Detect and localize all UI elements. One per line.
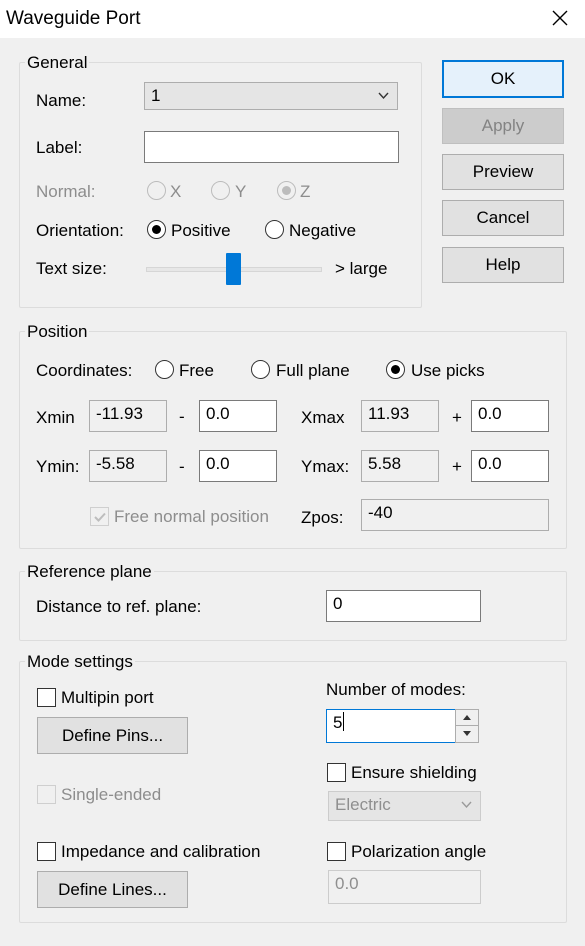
normal-z-label: Z [300,182,311,201]
shielding-value: Electric [335,795,391,814]
text-size-label: Text size: [36,259,107,278]
ymin-offset-input[interactable]: 0.0 [199,450,277,482]
single-ended-checkbox[interactable] [37,785,56,804]
chevron-down-icon [461,801,472,809]
coord-free-radio[interactable] [155,360,174,379]
position-legend: Position [25,322,90,342]
name-label: Name: [36,91,87,110]
mode-settings-legend: Mode settings [25,652,135,672]
ymin-label: Ymin: [36,457,80,476]
reference-plane-legend: Reference plane [25,562,154,582]
polarization-checkbox[interactable] [327,842,346,861]
spin-up-button[interactable] [456,710,478,726]
free-normal-label: Free normal position [114,507,269,526]
coordinates-label: Coordinates: [36,361,133,380]
ymax-value: 5.58 [361,450,439,482]
normal-y-label: Y [235,182,247,201]
name-value: 1 [151,86,161,105]
ymin-minus: - [179,457,185,476]
label-label: Label: [36,138,83,157]
impedance-label: Impedance and calibration [61,842,261,861]
xmax-value: 11.93 [361,400,439,432]
free-normal-checkbox[interactable] [90,507,109,526]
ok-button[interactable]: OK [442,60,564,98]
chevron-down-icon [378,92,389,100]
text-cursor [343,712,345,731]
polarization-label: Polarization angle [351,842,487,861]
coord-full-plane-radio[interactable] [251,360,270,379]
preview-button[interactable]: Preview [442,154,564,190]
ensure-shielding-checkbox[interactable] [327,763,346,782]
checkmark-icon [94,512,106,522]
name-combo[interactable]: 1 [144,82,398,110]
text-size-suffix: > large [335,259,388,278]
ensure-shielding-label: Ensure shielding [351,763,477,782]
num-modes-input[interactable]: 5 [326,709,456,743]
help-button[interactable]: Help [442,247,564,283]
num-modes-spinner[interactable] [455,709,479,743]
polarization-input[interactable]: 0.0 [328,870,481,904]
normal-label: Normal: [36,182,96,201]
ymax-offset-input[interactable]: 0.0 [471,450,549,482]
xmax-label: Xmax [301,408,345,427]
coord-use-picks-label: Use picks [411,361,485,380]
cancel-button[interactable]: Cancel [442,200,564,236]
orientation-positive-radio[interactable] [147,220,166,239]
orientation-negative-label: Negative [289,221,357,240]
caret-down-icon [463,731,471,736]
ymin-value: -5.58 [89,450,167,482]
text-size-slider-thumb[interactable] [226,253,241,285]
normal-x-label: X [170,182,182,201]
normal-y-radio[interactable] [211,181,230,200]
orientation-positive-label: Positive [171,221,231,240]
define-pins-button[interactable]: Define Pins... [37,717,188,754]
num-modes-value: 5 [333,713,343,732]
coord-use-picks-radio[interactable] [386,360,405,379]
xmax-plus: + [452,408,462,427]
title-bar: Waveguide Port [0,0,585,38]
multipin-label: Multipin port [61,688,154,707]
distance-input[interactable]: 0 [326,590,481,622]
xmax-offset-input[interactable]: 0.0 [471,400,549,432]
window-title: Waveguide Port [6,8,141,29]
shielding-combo[interactable]: Electric [328,791,481,821]
xmin-offset-input[interactable]: 0.0 [199,400,277,432]
xmin-label: Xmin [36,408,75,427]
spin-down-button[interactable] [456,726,478,742]
zpos-label: Zpos: [301,508,344,527]
multipin-checkbox[interactable] [37,688,56,707]
distance-label: Distance to ref. plane: [36,597,202,616]
label-input[interactable] [144,131,399,163]
single-ended-label: Single-ended [61,785,162,804]
apply-button[interactable]: Apply [442,108,564,144]
close-icon[interactable] [549,7,571,29]
zpos-value: -40 [361,499,549,531]
orientation-negative-radio[interactable] [265,220,284,239]
normal-x-radio[interactable] [147,181,166,200]
define-lines-button[interactable]: Define Lines... [37,871,188,908]
orientation-label: Orientation: [36,221,124,240]
normal-z-radio[interactable] [277,181,296,200]
xmin-value: -11.93 [89,400,167,432]
ymax-label: Ymax: [301,457,350,476]
xmin-minus: - [179,407,185,426]
impedance-checkbox[interactable] [37,842,56,861]
coord-full-plane-label: Full plane [276,361,350,380]
num-modes-label: Number of modes: [326,680,466,699]
coord-free-label: Free [179,361,214,380]
ymax-plus: + [452,457,462,476]
caret-up-icon [463,715,471,720]
general-legend: General [25,53,90,73]
